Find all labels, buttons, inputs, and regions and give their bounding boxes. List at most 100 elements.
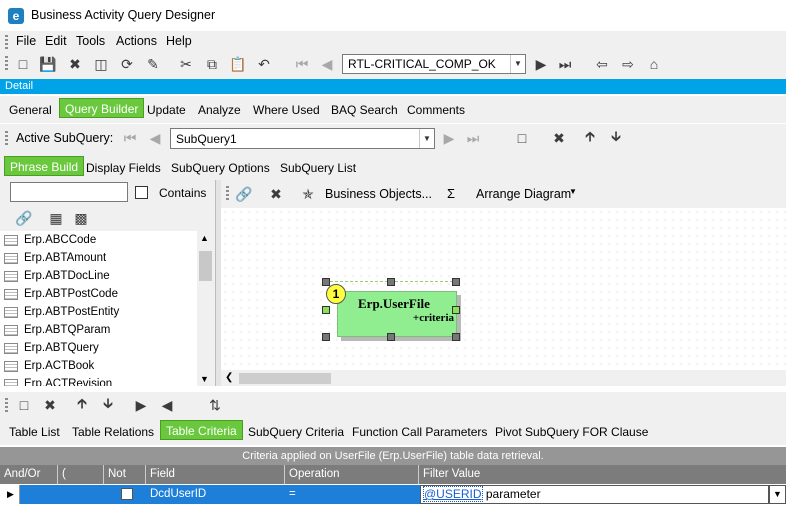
column-header[interactable]: Filter Value	[419, 465, 786, 484]
menu-edit[interactable]: Edit	[45, 34, 67, 48]
refresh-icon[interactable]: ⟳	[117, 54, 137, 74]
previous-record-icon[interactable]: ◀	[317, 54, 337, 74]
move-down-icon[interactable]: 🡳	[98, 395, 118, 415]
next-subquery-icon[interactable]: ▶	[439, 128, 459, 148]
tab-where-used[interactable]: Where Used	[248, 100, 325, 120]
list-item[interactable]: Erp.ABTPostEntity	[0, 303, 197, 321]
tab-table-relations[interactable]: Table Relations	[67, 422, 159, 442]
table-node-userfile[interactable]: Erp.UserFile +criteria	[337, 291, 457, 337]
menu-help[interactable]: Help	[166, 34, 192, 48]
menu-actions[interactable]: Actions	[116, 34, 157, 48]
save-icon[interactable]: 💾	[38, 54, 58, 74]
next-icon[interactable]: ▶	[131, 395, 151, 415]
list-item[interactable]: Erp.ABTQuery	[0, 339, 197, 357]
tab-phrase-build[interactable]: Phrase Build	[4, 156, 85, 176]
move-up-icon[interactable]: 🡱	[580, 128, 600, 148]
forward-icon[interactable]: ⇨	[618, 54, 638, 74]
first-record-icon[interactable]: ⏮	[292, 54, 312, 74]
scroll-down-icon[interactable]: ▼	[200, 374, 209, 384]
business-objects-button[interactable]: Business Objects...	[325, 187, 432, 201]
list-item[interactable]: Erp.ABTAmount	[0, 249, 197, 267]
link-icon[interactable]: 🔗	[14, 208, 34, 228]
copy-icon[interactable]: ⧉	[202, 54, 222, 74]
sort-icon[interactable]: ⇅	[205, 395, 225, 415]
cut-icon[interactable]: ✂	[176, 54, 196, 74]
chevron-down-icon[interactable]: ▼	[769, 485, 786, 504]
tab-display-fields[interactable]: Display Fields	[81, 158, 166, 178]
clear-icon[interactable]: ◫	[91, 54, 111, 74]
tab-table-list[interactable]: Table List	[4, 422, 65, 442]
last-subquery-icon[interactable]: ⏭	[463, 128, 483, 148]
sigma-button[interactable]: Σ	[447, 186, 455, 201]
resize-handle[interactable]	[452, 278, 460, 286]
scroll-left-icon[interactable]: ❮	[225, 372, 233, 383]
chevron-down-icon[interactable]: ▼	[510, 55, 525, 73]
resize-handle[interactable]	[452, 333, 460, 341]
tab-function-call-parameters[interactable]: Function Call Parameters	[347, 422, 492, 442]
table-grid-icon[interactable]: ▩	[71, 208, 91, 228]
new-criteria-icon[interactable]: □	[14, 395, 34, 415]
delete-icon[interactable]: ✖	[65, 54, 85, 74]
contains-checkbox[interactable]	[135, 186, 148, 199]
list-item[interactable]: Erp.ABTQParam	[0, 321, 197, 339]
resize-handle[interactable]	[387, 278, 395, 286]
field-cell[interactable]: DcdUserID	[146, 485, 206, 504]
calculator-icon[interactable]: ▦	[46, 208, 66, 228]
operation-cell[interactable]: =	[285, 485, 296, 504]
delete-criteria-icon[interactable]: ✖	[40, 395, 60, 415]
criteria-toolbar-grip[interactable]	[5, 398, 8, 412]
broom-icon[interactable]: ✎	[143, 54, 163, 74]
home-icon[interactable]: ⌂	[644, 54, 664, 74]
resize-handle[interactable]	[322, 306, 330, 314]
tab-baq-search[interactable]: BAQ Search	[326, 100, 403, 120]
not-checkbox[interactable]	[121, 488, 133, 500]
back-icon[interactable]: ⇦	[592, 54, 612, 74]
filter-value-link[interactable]: @USERID	[423, 486, 483, 502]
arrange-diagram-button[interactable]: Arrange Diagram	[476, 187, 571, 201]
scroll-thumb[interactable]	[239, 373, 331, 384]
filter-value-cell[interactable]: @USERID parameter	[420, 485, 769, 504]
chevron-down-icon[interactable]: ▼	[419, 129, 434, 148]
diagram-hscrollbar[interactable]: ❮	[221, 370, 786, 386]
list-item[interactable]: Erp.ABCCode	[0, 231, 197, 249]
resize-handle[interactable]	[387, 333, 395, 341]
tab-comments[interactable]: Comments	[402, 100, 470, 120]
business-objects-icon[interactable]: ✯	[298, 184, 318, 204]
column-header[interactable]: Field	[146, 465, 285, 484]
diagram-toolbar-grip[interactable]	[226, 186, 229, 200]
last-record-icon[interactable]: ⏭	[555, 54, 575, 74]
chevron-down-icon[interactable]: ▼	[569, 187, 577, 196]
list-item[interactable]: Erp.ACTRevision	[0, 375, 197, 386]
list-item[interactable]: Erp.ABTDocLine	[0, 267, 197, 285]
list-item[interactable]: Erp.ACTBook	[0, 357, 197, 375]
table-search-input[interactable]	[10, 182, 128, 202]
menu-grip[interactable]	[5, 35, 8, 49]
first-subquery-icon[interactable]: ⏮	[120, 128, 140, 148]
move-down-icon[interactable]: 🡳	[606, 128, 626, 148]
tab-update[interactable]: Update	[142, 100, 191, 120]
delete-subquery-icon[interactable]: ✖	[549, 128, 569, 148]
column-header[interactable]: Not	[104, 465, 146, 484]
subquery-select[interactable]: SubQuery1 ▼	[170, 128, 435, 149]
delete-table-icon[interactable]: ✖	[266, 184, 286, 204]
undo-icon[interactable]: ↶	[254, 54, 274, 74]
resize-handle[interactable]	[452, 306, 460, 314]
new-subquery-icon[interactable]: □	[512, 128, 532, 148]
tab-table-criteria[interactable]: Table Criteria	[160, 420, 243, 440]
tab-general[interactable]: General	[4, 100, 57, 120]
paste-icon[interactable]: 📋	[228, 54, 248, 74]
column-header[interactable]: And/Or	[0, 465, 58, 484]
menu-tools[interactable]: Tools	[76, 34, 105, 48]
join-icon[interactable]: 🔗	[234, 184, 254, 204]
table-list-scrollbar[interactable]: ▲ ▼	[197, 231, 214, 386]
scroll-thumb[interactable]	[199, 251, 212, 281]
column-header[interactable]: Operation	[285, 465, 419, 484]
tab-subquery-list[interactable]: SubQuery List	[275, 158, 361, 178]
record-navigator[interactable]: RTL-CRITICAL_COMP_OK ▼	[342, 54, 526, 74]
tab-query-builder[interactable]: Query Builder	[59, 98, 145, 118]
row-selector-icon[interactable]: ▶	[0, 485, 20, 504]
previous-subquery-icon[interactable]: ◀	[145, 128, 165, 148]
tab-pivot-subquery[interactable]: Pivot SubQuery FOR Clause	[490, 422, 653, 442]
toolbar-grip[interactable]	[5, 56, 8, 72]
tab-analyze[interactable]: Analyze	[193, 100, 246, 120]
